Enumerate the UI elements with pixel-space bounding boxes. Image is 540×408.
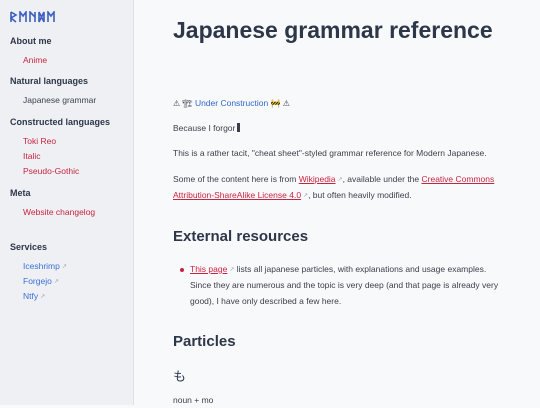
- sidebar-item-label: Ntfy: [23, 291, 39, 301]
- because-label: Because I forgor: [173, 123, 236, 133]
- cursor-block-icon: [237, 123, 241, 132]
- content-note-text: Some of the content here is from: [173, 174, 299, 184]
- runic-logo-icon: [10, 11, 55, 23]
- list-item: This page ↗ lists all japanese particles,…: [190, 262, 505, 309]
- sidebar: About me Anime Natural languages Japanes…: [0, 0, 134, 405]
- sidebar-item-website-changelog[interactable]: Website changelog: [23, 207, 95, 217]
- sidebar-heading-meta: Meta: [10, 188, 31, 198]
- content-note-text: , but often heavily modified.: [308, 190, 412, 200]
- sidebar-item-label: Iceshrimp: [23, 261, 60, 271]
- construction-notice: ⚠ 🏗 Under Construction 🚧 ⚠: [173, 96, 508, 111]
- sidebar-item-iceshrimp[interactable]: Iceshrimp ↗: [23, 261, 67, 271]
- intro-paragraph: This is a rather tacit, "cheat sheet"-st…: [173, 148, 487, 158]
- barrier-warning-icon: 🚧 ⚠: [270, 99, 290, 108]
- external-link-icon: ↗: [53, 279, 59, 285]
- content-source-paragraph: Some of the content here is from Wikiped…: [173, 172, 508, 204]
- this-page-link[interactable]: This page: [190, 264, 227, 274]
- page-title: Japanese grammar reference: [173, 17, 493, 43]
- resource-description: lists all japanese particles, with expla…: [190, 264, 499, 306]
- sidebar-item-japanese-grammar[interactable]: Japanese grammar: [23, 95, 96, 105]
- sidebar-heading-natural-languages: Natural languages: [10, 76, 89, 86]
- external-link-icon: ↗: [40, 294, 46, 300]
- content-note-text: , available under the: [342, 174, 422, 184]
- sidebar-item-toki-reo[interactable]: Toki Reo: [23, 136, 56, 146]
- list-bullet: [180, 268, 184, 272]
- sidebar-item-italic[interactable]: Italic: [23, 151, 40, 161]
- sidebar-item-anime[interactable]: Anime: [23, 55, 47, 65]
- sidebar-item-forgejo[interactable]: Forgejo ↗: [23, 276, 59, 286]
- wikipedia-link[interactable]: Wikipedia: [299, 174, 336, 184]
- sidebar-heading-services: Services: [10, 242, 48, 252]
- particles-heading: Particles: [173, 333, 236, 350]
- sidebar-heading-about: About me: [10, 36, 52, 46]
- external-link-icon: ↗: [61, 264, 67, 270]
- external-resources-heading: External resources: [173, 228, 309, 245]
- warning-construction-icon: ⚠ 🏗: [173, 99, 193, 108]
- sidebar-item-label: Forgejo: [23, 276, 52, 286]
- sidebar-item-pseudo-gothic[interactable]: Pseudo-Gothic: [23, 166, 79, 176]
- site-logo[interactable]: [10, 9, 58, 25]
- because-text: Because I forgor: [173, 121, 508, 136]
- particle-kana: も: [173, 370, 187, 385]
- particle-formula: noun + mo: [173, 395, 214, 405]
- under-construction-link[interactable]: Under Construction: [195, 98, 268, 108]
- sidebar-item-ntfy[interactable]: Ntfy ↗: [23, 291, 45, 301]
- sidebar-heading-constructed-languages: Constructed languages: [10, 117, 111, 127]
